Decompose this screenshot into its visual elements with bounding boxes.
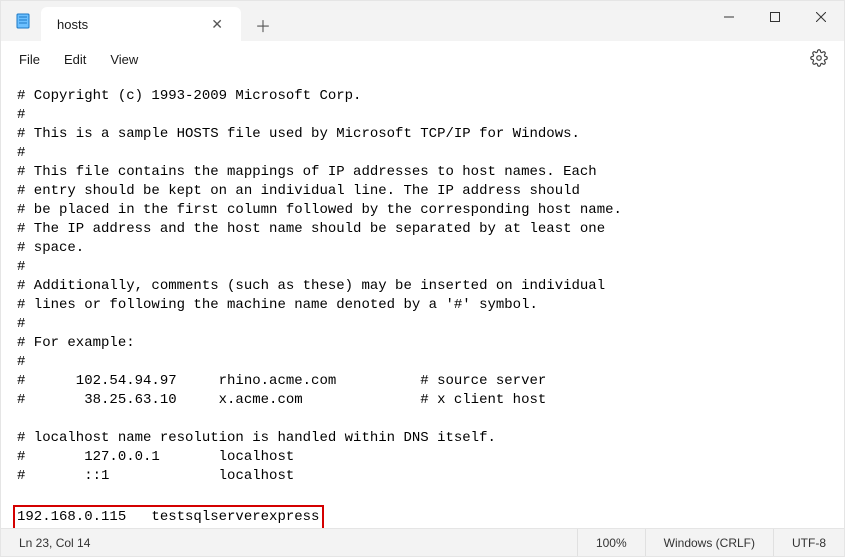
highlighted-entry: 192.168.0.115 testsqlserverexpress	[13, 505, 324, 528]
gear-icon	[810, 55, 828, 70]
text-editor[interactable]: # Copyright (c) 1993-2009 Microsoft Corp…	[1, 77, 844, 528]
minimize-button[interactable]	[706, 1, 752, 33]
menubar: File Edit View	[1, 41, 844, 77]
maximize-button[interactable]	[752, 1, 798, 33]
tab-title: hosts	[57, 17, 88, 32]
status-zoom[interactable]: 100%	[577, 529, 645, 556]
close-window-button[interactable]	[798, 1, 844, 33]
tab-strip: hosts ✕ ＋	[41, 1, 279, 41]
titlebar: hosts ✕ ＋	[1, 1, 844, 41]
status-encoding[interactable]: UTF-8	[773, 529, 844, 556]
new-tab-button[interactable]: ＋	[247, 9, 279, 41]
status-line-ending[interactable]: Windows (CRLF)	[645, 529, 773, 556]
menu-file[interactable]: File	[7, 46, 52, 73]
statusbar: Ln 23, Col 14 100% Windows (CRLF) UTF-8	[1, 528, 844, 556]
status-position[interactable]: Ln 23, Col 14	[1, 529, 108, 556]
close-tab-icon[interactable]: ✕	[207, 14, 227, 35]
menu-edit[interactable]: Edit	[52, 46, 98, 73]
tab-hosts[interactable]: hosts ✕	[41, 7, 241, 41]
notepad-app-icon	[15, 13, 31, 29]
settings-button[interactable]	[800, 43, 838, 76]
menu-view[interactable]: View	[98, 46, 150, 73]
window-controls	[706, 1, 844, 41]
